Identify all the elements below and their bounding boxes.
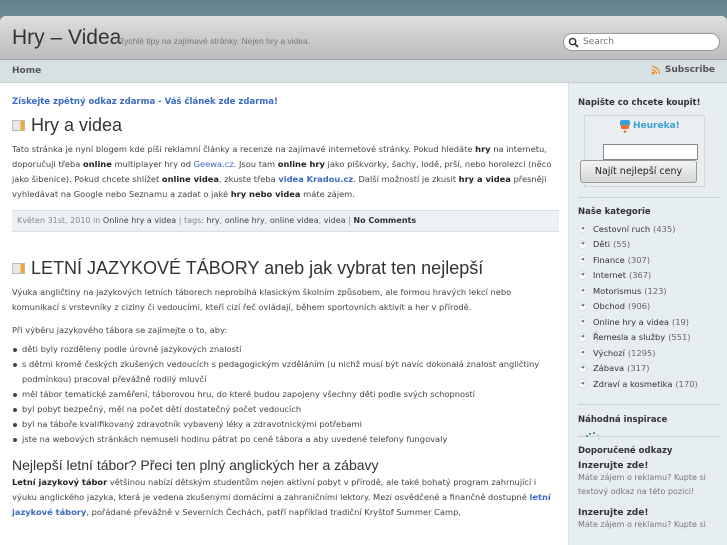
section-heading: Nejlepší letní tábor? Přeci ten plný ang… [12,457,379,473]
category-item[interactable]: ➜ Online hry a videa (19) [578,314,727,330]
ad-text: Máte zájem o reklamu? Kupte si textový o… [578,472,706,496]
arrow-right-icon: ➜ [578,379,587,389]
widget-title-random: Náhodná inspirace [578,414,668,425]
category-item[interactable]: ➜ Zábava (317) [578,361,727,377]
heureka-search-input[interactable] [603,144,698,160]
site-tagline: Rychlé tipy na zajímavé stránky. Nejen h… [118,36,311,46]
arrow-right-icon: ➜ [578,363,587,373]
arrow-right-icon: ➜ [578,301,587,311]
nav-bar: Home Subscribe [0,60,727,83]
post-title-link[interactable]: Hry a videa [31,115,122,136]
category-item[interactable]: ➜ Internet (367) [578,268,727,284]
divider [578,403,721,405]
post-category-link[interactable]: Online hry a videa [103,216,176,225]
category-item[interactable]: ➜ Děti (55) [578,237,727,253]
heureka-logo[interactable]: Heureka! [619,119,680,133]
post-body: Tato stránka je nyní blogem kde píši rek… [12,144,552,199]
widget-title-buy: Napište co chcete koupit! [578,98,701,108]
site-title[interactable]: Hry – Videa [12,26,121,50]
ad-text: Máte zájem o reklamu? Kupte si [578,519,706,529]
list-item: byl pobyt bezpečný, měl na počet dětí do… [12,402,556,417]
kradou-link[interactable]: videa Kradou.cz [278,174,353,184]
category-item[interactable]: ➜ Cestovní ruch (435) [578,221,727,237]
post-title: LETNÍ JAZYKOVÉ TÁBORY aneb jak vybrat te… [12,258,556,279]
rss-icon [651,65,661,75]
tag-link[interactable]: videa [324,216,346,225]
search-icon [568,37,579,48]
widget-title-categories: Naše kategorie [578,207,651,217]
ad-title[interactable]: Inzerujte zde! [578,461,727,471]
arrow-right-icon: ➜ [578,255,587,265]
category-item[interactable]: ➜ Obchod (906) [578,299,727,315]
arrow-right-icon: ➜ [578,317,587,327]
arrow-right-icon: ➜ [578,224,587,234]
section-body: Letní jazykový tábor většinou nabízí dět… [12,477,551,517]
tag-link[interactable]: hry [207,216,220,225]
post-title: Hry a videa [12,115,556,136]
loading-spinner-icon [578,430,727,442]
subscribe-link[interactable]: Subscribe [651,65,715,75]
header: Hry – Videa Rychlé tipy na zajímavé strá… [0,16,727,60]
comments-link[interactable]: No Comments [353,216,416,225]
arrow-right-icon: ➜ [578,286,587,296]
category-item[interactable]: ➜ Řemesla a služby (551) [578,330,727,346]
heureka-widget: Heureka! Najít nejlepší ceny [580,115,705,187]
requirements-list: děti byly rozděleny podle úrovně jazykov… [12,342,556,447]
arrow-right-icon: ➜ [578,332,587,342]
list-item: děti byly rozděleny podle úrovně jazykov… [12,342,556,357]
nav-home-link[interactable]: Home [12,66,41,76]
arrow-right-icon: ➜ [578,239,587,249]
post-title-link[interactable]: LETNÍ JAZYKOVÉ TÁBORY aneb jak vybrat te… [31,258,483,279]
list-item: s dětmi kromě českých zkušených vedoucíc… [12,357,556,387]
sidebar: Napište co chcete koupit! Heureka! Najít… [568,83,727,545]
search-box[interactable] [563,33,720,51]
arrow-right-icon: ➜ [578,270,587,280]
arrow-right-icon: ➜ [578,348,587,358]
ad-title[interactable]: Inzerujte zde! [578,508,727,518]
post-icon [12,263,25,274]
main-content: Získejte zpětný odkaz zdarma - Váš článe… [0,83,568,545]
find-best-prices-button[interactable]: Najít nejlepší ceny [580,160,697,183]
search-input[interactable] [583,37,713,47]
category-item[interactable]: ➜ Motorismus (123) [578,283,727,299]
subscribe-label: Subscribe [664,65,715,75]
divider [578,197,721,198]
list-item: jste na webových stránkách nemuseli hodi… [12,432,556,447]
category-list: ➜ Cestovní ruch (435) ➜ Děti (55) ➜ Finance (3… [578,221,727,392]
list-item: byl na táboře kvalifikovaný zdravotník v… [12,417,556,432]
post-intro: Výuka angličtiny na jazykových letních t… [12,287,512,312]
post-icon [12,120,25,131]
category-item[interactable]: ➜ Finance (307) [578,252,727,268]
tag-link[interactable]: online hry [225,216,265,225]
post-lead: Při výběru jazykového tábora se zajímejt… [12,325,228,335]
heureka-cart-icon [620,120,630,133]
promo-link[interactable]: Získejte zpětný odkaz zdarma - Váš článe… [12,97,556,107]
tag-link[interactable]: online videa [270,216,319,225]
post-meta: Květen 31st, 2010 in Online hry a videa … [12,210,559,232]
category-item[interactable]: ➜ Zdraví a kosmetika (170) [578,376,727,392]
category-item[interactable]: ➜ Výchozí (1295) [578,345,727,361]
post-date: Květen 31st, 2010 in [17,216,103,225]
widget-title-links: Doporučené odkazy [578,445,673,456]
geewa-link[interactable]: Geewa.cz [194,159,234,169]
list-item: měl tábor tematické zaměření, táborovou … [12,387,556,402]
